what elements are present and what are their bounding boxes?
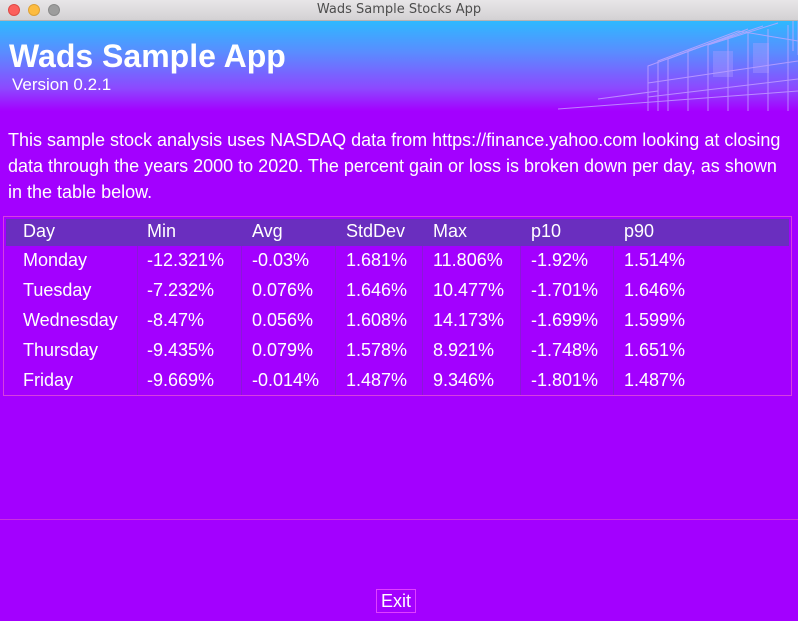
column-header-avg: Avg xyxy=(252,221,283,241)
stats-table: Day Min Avg StdDev Max p10 p90 Monday -1… xyxy=(3,216,792,396)
table-cell-avg: 0.076% xyxy=(252,280,314,300)
table-cell-p10: -1.801% xyxy=(531,370,599,390)
table-cell-p10: -1.748% xyxy=(531,340,599,360)
table-cell-day: Thursday xyxy=(23,340,99,360)
table-cell-p90: 1.599% xyxy=(624,310,686,330)
table-cell-p90: 1.514% xyxy=(624,250,686,270)
table-cell-min: -9.669% xyxy=(147,370,215,390)
app-header: Wads Sample App Version 0.2.1 xyxy=(0,21,798,111)
table-cell-stddev: 1.487% xyxy=(346,370,408,390)
table-cell-min: -7.232% xyxy=(147,280,215,300)
column-header-day: Day xyxy=(23,221,56,241)
table-cell-avg: -0.014% xyxy=(252,370,320,390)
column-header-max: Max xyxy=(433,221,468,241)
window-title: Wads Sample Stocks App xyxy=(316,2,482,17)
table-cell-p10: -1.701% xyxy=(531,280,599,300)
table-cell-day: Wednesday xyxy=(23,310,118,330)
table-cell-stddev: 1.646% xyxy=(346,280,408,300)
column-divider xyxy=(422,246,423,395)
table-cell-stddev: 1.608% xyxy=(346,310,408,330)
header-decoration-graphic xyxy=(557,21,798,111)
table-cell-stddev: 1.578% xyxy=(346,340,408,360)
app-title: Wads Sample App xyxy=(9,38,286,74)
table-cell-max: 8.921% xyxy=(433,340,495,360)
table-cell-avg: -0.03% xyxy=(252,250,310,270)
column-header-min: Min xyxy=(147,221,177,241)
table-cell-max: 11.806% xyxy=(433,250,503,270)
title-bar: Wads Sample Stocks App xyxy=(0,0,798,21)
table-cell-min: -8.47% xyxy=(147,310,205,330)
footer-divider xyxy=(0,519,798,520)
table-cell-max: 14.173% xyxy=(433,310,505,330)
table-cell-avg: 0.056% xyxy=(252,310,314,330)
table-cell-p10: -1.699% xyxy=(531,310,599,330)
column-divider xyxy=(613,246,614,395)
exit-button[interactable]: Exit xyxy=(376,589,416,613)
column-divider xyxy=(137,246,138,395)
column-divider xyxy=(335,246,336,395)
table-cell-max: 10.477% xyxy=(433,280,505,300)
column-header-p10: p10 xyxy=(531,221,562,241)
table-cell-avg: 0.079% xyxy=(252,340,314,360)
table-cell-p90: 1.646% xyxy=(624,280,686,300)
table-cell-p10: -1.92% xyxy=(531,250,589,270)
column-header-p90: p90 xyxy=(624,221,655,241)
table-cell-max: 9.346% xyxy=(433,370,495,390)
description-text: This sample stock analysis uses NASDAQ d… xyxy=(8,130,781,202)
table-cell-min: -9.435% xyxy=(147,340,215,360)
table-cell-day: Tuesday xyxy=(23,280,92,300)
table-cell-p90: 1.651% xyxy=(624,340,686,360)
column-header-stddev: StdDev xyxy=(346,221,406,241)
table-cell-day: Monday xyxy=(23,250,88,270)
table-cell-p90: 1.487% xyxy=(624,370,686,390)
table-cell-min: -12.321% xyxy=(147,250,225,270)
app-window: Wads Sample Stocks App Wads Sample App V… xyxy=(0,0,798,621)
table-cell-stddev: 1.681% xyxy=(346,250,408,270)
table-cell-day: Friday xyxy=(23,370,74,390)
column-divider xyxy=(520,246,521,395)
column-divider xyxy=(241,246,242,395)
version-label: Version 0.2.1 xyxy=(12,75,112,94)
